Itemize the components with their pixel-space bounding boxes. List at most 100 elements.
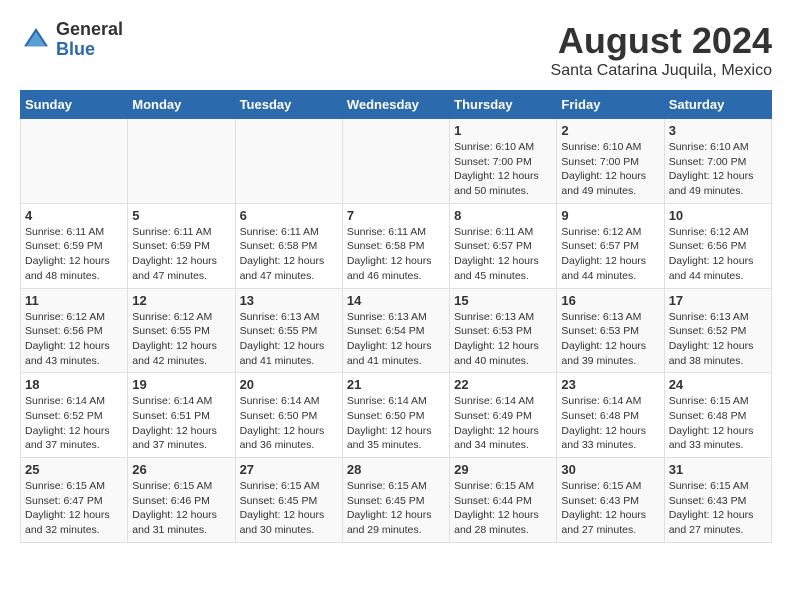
day-number: 12 bbox=[132, 293, 230, 308]
calendar-cell: 28 Sunrise: 6:15 AM Sunset: 6:45 PM Dayli… bbox=[342, 458, 449, 543]
calendar-cell: 29 Sunrise: 6:15 AM Sunset: 6:44 PM Dayli… bbox=[450, 458, 557, 543]
day-number: 21 bbox=[347, 377, 445, 392]
day-info: Sunrise: 6:14 AM Sunset: 6:52 PM Dayligh… bbox=[25, 394, 123, 453]
day-info: Sunrise: 6:13 AM Sunset: 6:54 PM Dayligh… bbox=[347, 310, 445, 369]
calendar-cell: 25 Sunrise: 6:15 AM Sunset: 6:47 PM Dayli… bbox=[21, 458, 128, 543]
calendar-cell: 9 Sunrise: 6:12 AM Sunset: 6:57 PM Daylig… bbox=[557, 203, 664, 288]
day-info: Sunrise: 6:15 AM Sunset: 6:45 PM Dayligh… bbox=[347, 479, 445, 538]
day-info: Sunrise: 6:14 AM Sunset: 6:48 PM Dayligh… bbox=[561, 394, 659, 453]
day-number: 13 bbox=[240, 293, 338, 308]
day-number: 28 bbox=[347, 462, 445, 477]
day-number: 23 bbox=[561, 377, 659, 392]
day-number: 8 bbox=[454, 208, 552, 223]
day-number: 18 bbox=[25, 377, 123, 392]
day-info: Sunrise: 6:10 AM Sunset: 7:00 PM Dayligh… bbox=[669, 140, 767, 199]
day-info: Sunrise: 6:15 AM Sunset: 6:43 PM Dayligh… bbox=[561, 479, 659, 538]
calendar-cell: 27Sunrise: 6:15 AM Sunset: 6:45 PM Dayli… bbox=[235, 458, 342, 543]
day-number: 16 bbox=[561, 293, 659, 308]
calendar-cell: 24Sunrise: 6:15 AM Sunset: 6:48 PM Dayli… bbox=[664, 373, 771, 458]
calendar-cell: 3 Sunrise: 6:10 AM Sunset: 7:00 PM Daylig… bbox=[664, 119, 771, 204]
day-info: Sunrise: 6:13 AM Sunset: 6:53 PM Dayligh… bbox=[454, 310, 552, 369]
calendar-cell: 22Sunrise: 6:14 AM Sunset: 6:49 PM Dayli… bbox=[450, 373, 557, 458]
calendar-cell bbox=[21, 119, 128, 204]
logo-icon bbox=[20, 24, 52, 56]
day-number: 25 bbox=[25, 462, 123, 477]
logo-blue-text: Blue bbox=[56, 40, 123, 60]
calendar-table: SundayMondayTuesdayWednesdayThursdayFrid… bbox=[20, 90, 772, 543]
calendar-cell bbox=[235, 119, 342, 204]
calendar-cell: 11 Sunrise: 6:12 AM Sunset: 6:56 PM Dayli… bbox=[21, 288, 128, 373]
calendar-cell: 5Sunrise: 6:11 AM Sunset: 6:59 PM Daylig… bbox=[128, 203, 235, 288]
day-info: Sunrise: 6:11 AM Sunset: 6:58 PM Dayligh… bbox=[347, 225, 445, 284]
header-day-friday: Friday bbox=[557, 91, 664, 119]
header-day-tuesday: Tuesday bbox=[235, 91, 342, 119]
calendar-cell: 4Sunrise: 6:11 AM Sunset: 6:59 PM Daylig… bbox=[21, 203, 128, 288]
calendar-cell: 30 Sunrise: 6:15 AM Sunset: 6:43 PM Dayli… bbox=[557, 458, 664, 543]
calendar-cell: 2Sunrise: 6:10 AM Sunset: 7:00 PM Daylig… bbox=[557, 119, 664, 204]
day-info: Sunrise: 6:10 AM Sunset: 7:00 PM Dayligh… bbox=[561, 140, 659, 199]
logo-general-text: General bbox=[56, 20, 123, 40]
header-day-thursday: Thursday bbox=[450, 91, 557, 119]
calendar-cell: 13 Sunrise: 6:13 AM Sunset: 6:55 PM Dayli… bbox=[235, 288, 342, 373]
day-number: 1 bbox=[454, 123, 552, 138]
calendar-cell: 26 Sunrise: 6:15 AM Sunset: 6:46 PM Dayli… bbox=[128, 458, 235, 543]
sub-title: Santa Catarina Juquila, Mexico bbox=[551, 62, 772, 80]
calendar-cell: 10 Sunrise: 6:12 AM Sunset: 6:56 PM Dayli… bbox=[664, 203, 771, 288]
day-info: Sunrise: 6:14 AM Sunset: 6:50 PM Dayligh… bbox=[240, 394, 338, 453]
day-info: Sunrise: 6:12 AM Sunset: 6:57 PM Dayligh… bbox=[561, 225, 659, 284]
day-number: 31 bbox=[669, 462, 767, 477]
logo: General Blue bbox=[20, 20, 123, 60]
day-number: 30 bbox=[561, 462, 659, 477]
calendar-cell: 23 Sunrise: 6:14 AM Sunset: 6:48 PM Dayli… bbox=[557, 373, 664, 458]
day-info: Sunrise: 6:15 AM Sunset: 6:44 PM Dayligh… bbox=[454, 479, 552, 538]
day-number: 10 bbox=[669, 208, 767, 223]
day-number: 17 bbox=[669, 293, 767, 308]
calendar-cell: 21Sunrise: 6:14 AM Sunset: 6:50 PM Dayli… bbox=[342, 373, 449, 458]
calendar-header-row: SundayMondayTuesdayWednesdayThursdayFrid… bbox=[21, 91, 772, 119]
calendar-cell: 20 Sunrise: 6:14 AM Sunset: 6:50 PM Dayli… bbox=[235, 373, 342, 458]
day-info: Sunrise: 6:15 AM Sunset: 6:46 PM Dayligh… bbox=[132, 479, 230, 538]
day-info: Sunrise: 6:12 AM Sunset: 6:56 PM Dayligh… bbox=[25, 310, 123, 369]
calendar-week-2: 4 Sunrise: 6:11 AM Sunset: 6:59 PM Daylig… bbox=[21, 203, 772, 288]
day-number: 15 bbox=[454, 293, 552, 308]
calendar-cell: 16Sunrise: 6:13 AM Sunset: 6:53 PM Dayli… bbox=[557, 288, 664, 373]
header: General Blue August 2024 Santa Catarina … bbox=[20, 20, 772, 80]
calendar-cell: 7 Sunrise: 6:11 AM Sunset: 6:58 PM Daylig… bbox=[342, 203, 449, 288]
day-number: 24 bbox=[669, 377, 767, 392]
calendar-cell: 18 Sunrise: 6:14 AM Sunset: 6:52 PM Dayli… bbox=[21, 373, 128, 458]
day-info: Sunrise: 6:10 AM Sunset: 7:00 PM Dayligh… bbox=[454, 140, 552, 199]
day-number: 19 bbox=[132, 377, 230, 392]
day-info: Sunrise: 6:11 AM Sunset: 6:57 PM Dayligh… bbox=[454, 225, 552, 284]
day-info: Sunrise: 6:13 AM Sunset: 6:52 PM Dayligh… bbox=[669, 310, 767, 369]
day-number: 11 bbox=[25, 293, 123, 308]
calendar-cell bbox=[342, 119, 449, 204]
day-number: 26 bbox=[132, 462, 230, 477]
header-day-wednesday: Wednesday bbox=[342, 91, 449, 119]
day-info: Sunrise: 6:13 AM Sunset: 6:55 PM Dayligh… bbox=[240, 310, 338, 369]
calendar-week-5: 25 Sunrise: 6:15 AM Sunset: 6:47 PM Dayli… bbox=[21, 458, 772, 543]
day-number: 22 bbox=[454, 377, 552, 392]
day-info: Sunrise: 6:12 AM Sunset: 6:55 PM Dayligh… bbox=[132, 310, 230, 369]
day-info: Sunrise: 6:15 AM Sunset: 6:47 PM Dayligh… bbox=[25, 479, 123, 538]
day-number: 20 bbox=[240, 377, 338, 392]
calendar-cell bbox=[128, 119, 235, 204]
day-number: 4 bbox=[25, 208, 123, 223]
day-info: Sunrise: 6:12 AM Sunset: 6:56 PM Dayligh… bbox=[669, 225, 767, 284]
day-info: Sunrise: 6:15 AM Sunset: 6:43 PM Dayligh… bbox=[669, 479, 767, 538]
calendar-cell: 6 Sunrise: 6:11 AM Sunset: 6:58 PM Daylig… bbox=[235, 203, 342, 288]
day-number: 7 bbox=[347, 208, 445, 223]
main-title: August 2024 bbox=[551, 20, 772, 62]
day-number: 27 bbox=[240, 462, 338, 477]
day-number: 6 bbox=[240, 208, 338, 223]
day-info: Sunrise: 6:11 AM Sunset: 6:58 PM Dayligh… bbox=[240, 225, 338, 284]
calendar-cell: 14Sunrise: 6:13 AM Sunset: 6:54 PM Dayli… bbox=[342, 288, 449, 373]
day-info: Sunrise: 6:11 AM Sunset: 6:59 PM Dayligh… bbox=[132, 225, 230, 284]
day-number: 9 bbox=[561, 208, 659, 223]
day-number: 3 bbox=[669, 123, 767, 138]
calendar-cell: 1 Sunrise: 6:10 AM Sunset: 7:00 PM Daylig… bbox=[450, 119, 557, 204]
calendar-cell: 8 Sunrise: 6:11 AM Sunset: 6:57 PM Daylig… bbox=[450, 203, 557, 288]
calendar-week-3: 11 Sunrise: 6:12 AM Sunset: 6:56 PM Dayli… bbox=[21, 288, 772, 373]
title-area: August 2024 Santa Catarina Juquila, Mexi… bbox=[551, 20, 772, 80]
header-day-monday: Monday bbox=[128, 91, 235, 119]
day-number: 29 bbox=[454, 462, 552, 477]
